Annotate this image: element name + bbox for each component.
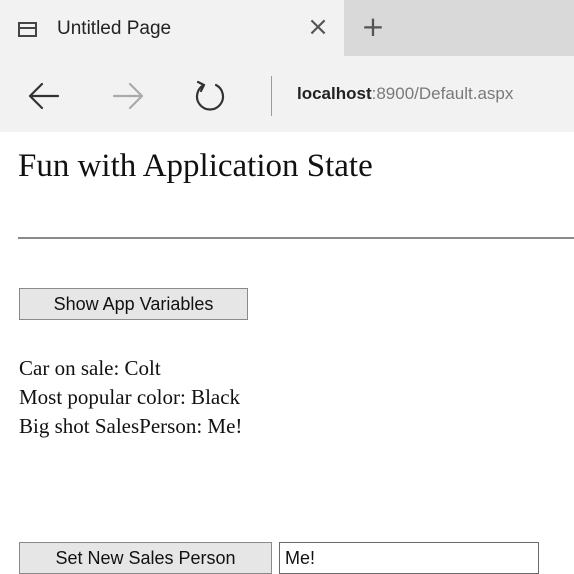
tab-close-icon[interactable]: × [303,12,333,42]
address-host: localhost [297,84,372,103]
car-on-sale-text: Car on sale: Colt [19,356,161,380]
new-tab-icon[interactable]: + [356,12,390,42]
page-title: Fun with Application State [18,148,373,184]
tab-page-icon [18,22,37,37]
app-variables-output: Car on sale: Colt Most popular color: Bl… [19,354,242,441]
browser-tab[interactable]: Untitled Page × [0,0,344,56]
tab-title: Untitled Page [57,18,172,39]
salesperson-input[interactable]: Me! [279,542,539,574]
set-new-sales-person-button[interactable]: Set New Sales Person [19,542,272,574]
address-path: :8900/Default.aspx [371,84,514,103]
show-app-variables-button[interactable]: Show App Variables [19,288,248,320]
address-bar[interactable]: localhost:8900/Default.aspx [297,84,513,104]
toolbar-separator [271,76,272,116]
horizontal-rule [18,237,574,239]
back-arrow-icon[interactable] [24,76,64,116]
salesperson-text: Big shot SalesPerson: Me! [19,414,243,438]
browser-navigation-bar: localhost:8900/Default.aspx [0,56,574,132]
popular-color-text: Most popular color: Black [19,385,241,409]
browser-tab-strip: Untitled Page × + [0,0,574,56]
forward-arrow-icon[interactable] [108,76,148,116]
refresh-icon[interactable] [190,76,230,116]
